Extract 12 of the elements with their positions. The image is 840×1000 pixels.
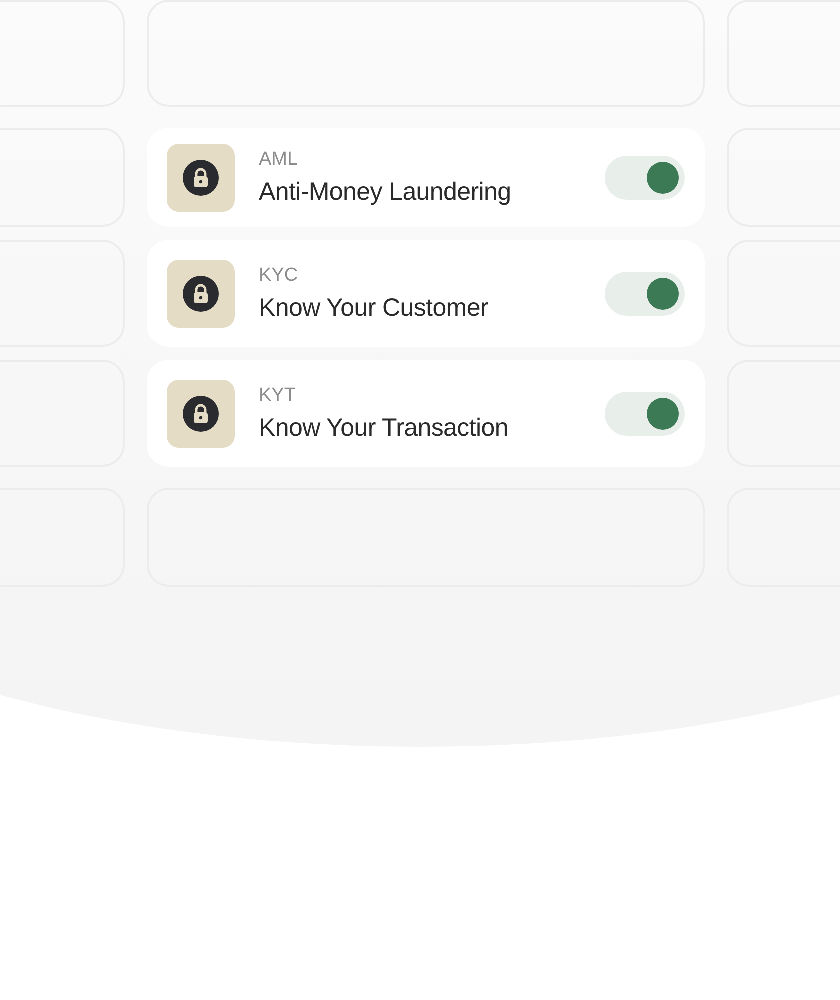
- control-code: KYC: [259, 264, 300, 288]
- control-code: KYT: [259, 384, 297, 408]
- toggle-switch[interactable]: [605, 272, 685, 316]
- lock-icon: [167, 260, 235, 328]
- toggle-switch[interactable]: [605, 156, 685, 200]
- lock-icon: [167, 144, 235, 212]
- lock-icon: [167, 380, 235, 448]
- control-code: AML: [259, 148, 300, 172]
- control-title: Know Your Transaction: [259, 412, 510, 444]
- toggle-switch[interactable]: [605, 392, 685, 436]
- control-title: Anti-Money Laundering: [259, 176, 512, 208]
- control-title: Know Your Customer: [259, 292, 490, 324]
